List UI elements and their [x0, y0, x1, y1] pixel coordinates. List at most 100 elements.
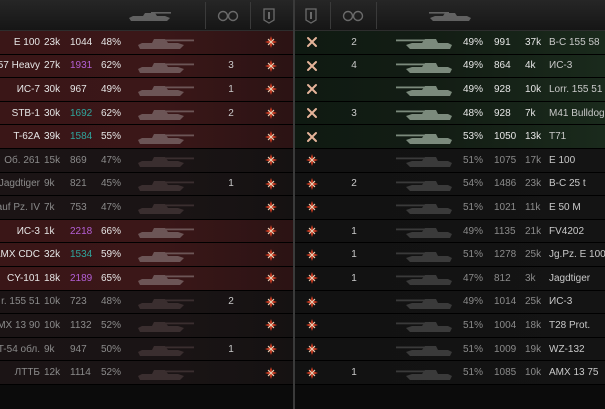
enemy-player-row[interactable]: AMX CDC 32k 1534 59% — [0, 243, 293, 267]
player-vehicle-name: B-C 25 t — [549, 178, 586, 190]
platoon-number: 1 — [228, 178, 234, 190]
enemy-player-row[interactable]: MX 13 90 10k 1132 52% — [0, 314, 293, 338]
platoon-number: 1 — [351, 225, 357, 237]
destroyed-icon — [300, 243, 324, 266]
platoon-number — [206, 243, 256, 266]
enemy-player-row[interactable]: ИС-7 30k 967 49% 1 — [0, 78, 293, 102]
vehicle-icon — [130, 361, 200, 384]
vehicle-icon — [130, 291, 200, 314]
enemy-player-row[interactable]: ЛТТБ 12k 1114 52% — [0, 361, 293, 385]
enemy-player-row[interactable]: ИС-3 1k 2218 66% — [0, 219, 293, 244]
player-vehicle-name: T-54 обл. — [0, 343, 40, 355]
vehicle-icon — [130, 173, 200, 196]
player-battles: 37k — [525, 36, 542, 48]
platoon-number — [331, 78, 377, 101]
player-battles: 10k — [44, 296, 61, 308]
player-rating: 1132 — [70, 319, 92, 331]
crossed-out-icon — [300, 125, 324, 148]
enemy-player-row[interactable]: 57 Heavy 27k 1931 62% 3 — [0, 54, 293, 79]
vehicle-icon — [130, 243, 200, 266]
vehicle-icon — [390, 55, 460, 78]
platoon-number — [206, 314, 256, 337]
ally-player-row[interactable]: 51% 1009 19k WZ-132 — [295, 337, 605, 362]
player-battles: 27k — [44, 60, 61, 72]
player-battles: 10k — [44, 319, 61, 331]
enemy-player-row[interactable]: T-54 обл. 9k 947 50% 1 — [0, 337, 293, 362]
player-winrate: 49% — [101, 83, 122, 95]
player-rating: 1135 — [494, 225, 516, 237]
player-vehicle-name: FV4202 — [549, 225, 585, 237]
ally-player-row[interactable]: 49% 1014 25k ИС-3 — [295, 290, 605, 315]
player-battles: 30k — [44, 83, 61, 95]
player-rating: 1486 — [494, 178, 517, 190]
platoon-number — [206, 220, 256, 243]
player-vehicle-name: M41 Bulldog — [549, 107, 605, 119]
enemy-player-row[interactable]: r. 155 51 10k 723 48% 2 — [0, 290, 293, 315]
ally-player-row[interactable]: 1 47% 812 3k Jagdtiger — [295, 267, 605, 291]
crossed-out-icon — [300, 55, 324, 78]
enemy-player-row[interactable]: T-62A 39k 1584 55% — [0, 125, 293, 149]
player-vehicle-name: Lorr. 155 51 — [549, 83, 603, 95]
player-rating: 1114 — [70, 367, 91, 379]
ally-player-row[interactable]: 53% 1050 13k T71 — [295, 125, 605, 149]
player-rating: 1584 — [70, 131, 93, 143]
player-battles: 39k — [44, 131, 61, 143]
player-winrate: 62% — [101, 107, 122, 119]
player-vehicle-name: E 50 M — [549, 201, 581, 213]
vehicle-icon — [130, 314, 200, 337]
ally-player-row[interactable]: 51% 1021 11k E 50 M — [295, 196, 605, 220]
player-battles: 25k — [525, 249, 542, 261]
enemy-player-row[interactable]: Об. 261 15k 869 47% — [0, 149, 293, 173]
enemy-player-row[interactable]: Jagdtiger 9k 821 45% 1 — [0, 172, 293, 197]
ally-player-row[interactable]: 1 49% 1135 21k FV4202 — [295, 219, 605, 244]
player-battles: 21k — [525, 225, 542, 237]
player-winrate: 49% — [463, 36, 484, 48]
player-battles: 18k — [525, 319, 542, 331]
player-winrate: 47% — [101, 154, 122, 166]
platoon-number: 2 — [228, 296, 234, 308]
player-rating: 1075 — [494, 154, 517, 166]
platoon-number: 3 — [228, 60, 234, 72]
player-rating: 967 — [70, 83, 87, 95]
ally-player-row[interactable]: 1 51% 1085 10k AMX 13 75 — [295, 361, 605, 385]
vehicle-icon — [390, 149, 460, 172]
vehicle-icon — [390, 361, 460, 384]
player-vehicle-name: AMX 13 75 — [549, 367, 599, 379]
player-winrate: 49% — [463, 296, 484, 308]
player-vehicle-name: Jagdtiger — [549, 272, 591, 284]
player-winrate: 51% — [463, 367, 484, 379]
player-winrate: 51% — [463, 343, 484, 355]
ally-player-row[interactable]: 3 48% 928 7k M41 Bulldog — [295, 101, 605, 126]
enemy-player-row[interactable]: CY-101 18k 2189 65% — [0, 267, 293, 291]
destroyed-icon — [300, 338, 324, 361]
ally-player-row[interactable]: 2 49% 991 37k B-C 155 58 — [295, 31, 605, 55]
enemy-player-row[interactable]: STB-1 30k 1692 62% 2 — [0, 101, 293, 126]
player-winrate: 65% — [101, 272, 122, 284]
ally-player-row[interactable]: 51% 1004 18k T28 Prot. — [295, 314, 605, 338]
vehicle-icon — [130, 78, 200, 101]
player-winrate: 51% — [463, 154, 484, 166]
ally-player-row[interactable]: 2 54% 1486 23k B-C 25 t — [295, 172, 605, 197]
player-rating: 821 — [70, 178, 87, 190]
player-vehicle-name: Jg.Pz. E 100 — [549, 249, 605, 261]
destroyed-icon — [300, 361, 324, 384]
destroyed-icon — [300, 173, 324, 196]
player-vehicle-name: auf Pz. IV — [0, 201, 40, 213]
crossed-out-icon — [300, 78, 324, 101]
scoreboard-header — [0, 0, 605, 31]
ally-player-row[interactable]: 51% 1075 17k E 100 — [295, 149, 605, 173]
destroyed-icon — [259, 149, 283, 172]
player-battles: 4k — [525, 60, 536, 72]
ally-player-row[interactable]: 49% 928 10k Lorr. 155 51 — [295, 78, 605, 102]
player-vehicle-name: MX 13 90 — [0, 319, 40, 331]
enemy-player-row[interactable]: auf Pz. IV 7k 753 47% — [0, 196, 293, 220]
vehicle-icon — [130, 267, 200, 290]
enemy-player-row[interactable]: E 100 23k 1044 48% — [0, 31, 293, 55]
vehicle-icon — [390, 267, 460, 290]
player-winrate: 51% — [463, 201, 484, 213]
destroyed-icon — [259, 196, 283, 219]
destroyed-icon — [259, 125, 283, 148]
ally-player-row[interactable]: 4 49% 864 4k ИС-3 — [295, 54, 605, 79]
ally-player-row[interactable]: 1 51% 1278 25k Jg.Pz. E 100 — [295, 243, 605, 267]
player-battles: 17k — [525, 154, 542, 166]
